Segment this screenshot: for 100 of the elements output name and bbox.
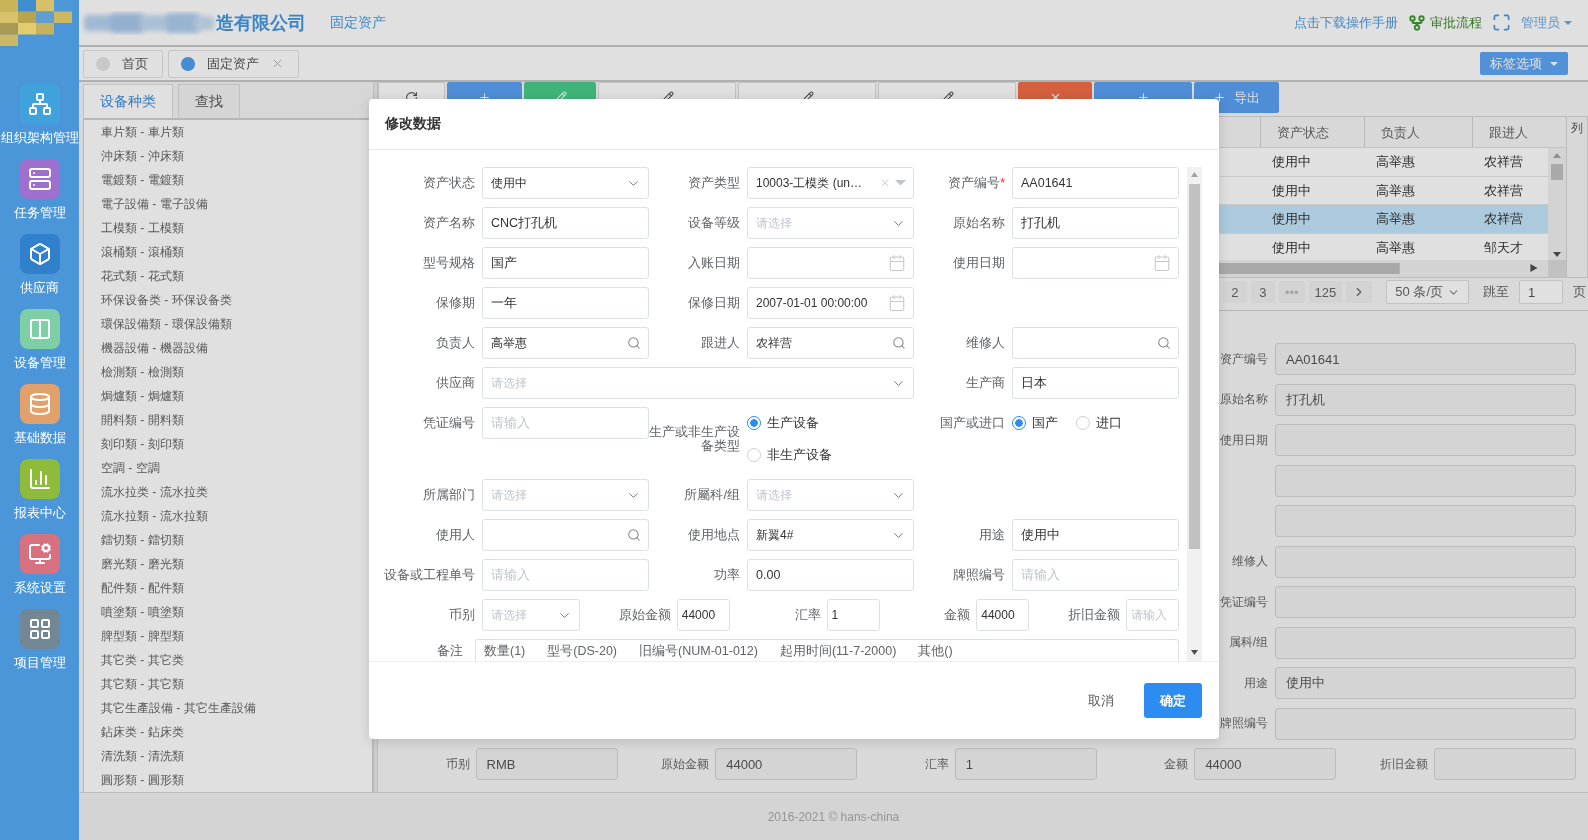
search-field[interactable]: 高举惠 [482,327,649,359]
search-icon[interactable] [627,336,641,350]
select-field[interactable]: 请选择 [482,599,580,631]
page-tab[interactable]: 首页 [83,49,163,78]
category-item[interactable]: 開料類 - 開料類 [84,408,372,432]
category-item[interactable]: 刻印類 - 刻印類 [84,432,372,456]
date-field[interactable] [1012,247,1179,279]
next-page-button[interactable] [1346,281,1373,303]
select-field[interactable]: 请选择 [747,479,914,511]
category-item[interactable]: 車片類 - 車片類 [84,120,372,144]
nav-label[interactable]: 项目管理 [13,655,66,672]
nav-label[interactable]: 报表中心 [13,505,66,522]
category-item[interactable]: 鉆床类 - 鉆床类 [84,720,372,744]
nav-tile[interactable] [19,84,60,124]
category-item[interactable]: 配件類 - 配件類 [84,576,372,600]
category-item[interactable]: 鐳切類 - 鐳切類 [84,528,372,552]
category-item[interactable]: 機器設備 - 機器設備 [84,336,372,360]
text-field[interactable]: 请输入 [1012,559,1179,591]
radio-option[interactable]: 生产设备 [747,407,819,439]
scrollbar[interactable] [1187,167,1202,661]
category-item[interactable]: 檢測類 - 檢測類 [84,360,372,384]
text-field[interactable]: 打孔机 [1012,207,1179,239]
category-item[interactable]: 圓形類 - 圓形類 [84,768,372,792]
radio-option[interactable]: 国产 [1012,407,1058,439]
text-field[interactable]: AA01641 [1012,167,1179,199]
page-button[interactable]: 125 [1308,281,1343,303]
text-field[interactable]: 44000 [676,599,730,631]
category-item[interactable]: 脾型類 - 脾型類 [84,624,372,648]
nav-tile[interactable] [19,609,60,649]
page-size-select[interactable]: 50 条/页 [1386,280,1469,304]
close-icon[interactable] [271,57,284,70]
category-item[interactable]: 流水拉類 - 流水拉類 [84,504,372,528]
nav-tile[interactable] [19,234,60,274]
page-input[interactable]: 1 [1519,280,1563,304]
column-header[interactable]: 负责人 [1364,117,1472,147]
nav-label[interactable]: 设备管理 [13,355,66,372]
tab-label[interactable]: 固定资产 [207,54,259,73]
nav-label[interactable]: 供应商 [20,280,59,297]
text-field[interactable]: 1 [826,599,880,631]
category-item[interactable]: 焗爐類 - 焗爐類 [84,384,372,408]
text-field[interactable]: 0.00 [747,559,914,591]
column-header[interactable]: 跟进人 [1472,117,1548,147]
nav-tile[interactable] [19,459,60,499]
category-item[interactable]: 沖床類 - 沖床類 [84,144,372,168]
panel-tab[interactable]: 设备种类 [83,84,173,118]
clear-icon[interactable] [879,177,891,189]
select-field[interactable]: 新翼4# [747,519,914,551]
nav-label[interactable]: 系统设置 [13,580,66,597]
category-item[interactable]: 环保设备类 - 环保设备类 [84,288,372,312]
category-item[interactable]: 滾桶類 - 滾桶類 [84,240,372,264]
text-field[interactable]: 请输入 [482,407,649,439]
select-field[interactable]: 请选择 [482,367,914,399]
page-tab[interactable]: 固定资产 [168,49,299,78]
nav-label[interactable]: 任务管理 [13,205,66,222]
select-field[interactable]: 10003-工模类 (un… [747,167,914,199]
search-icon[interactable] [627,528,641,542]
memo-field[interactable]: 数量(1) 型号(DS-20) 旧编号(NUM-01-012) 起用时间(11-7-2000) 其他() [475,639,1179,661]
nav-label[interactable]: 组织架构管理 [0,130,79,147]
search-field[interactable]: 农祥营 [747,327,914,359]
fullscreen-icon[interactable] [1492,13,1511,32]
nav-tile[interactable] [19,309,60,349]
date-field[interactable] [747,247,914,279]
nav-label[interactable]: 基础数据 [13,430,66,447]
text-field[interactable]: 使用中 [1012,519,1179,551]
scrollbar[interactable] [1548,148,1566,262]
category-item[interactable]: 其它生產設備 - 其它生產設備 [84,696,372,720]
confirm-button[interactable]: 确定 [1144,683,1202,718]
radio-option[interactable]: 进口 [1076,407,1122,439]
category-item[interactable]: 工模類 - 工模類 [84,216,372,240]
category-item[interactable]: 清洗類 - 清洗類 [84,744,372,768]
search-icon[interactable] [1157,336,1171,350]
search-field[interactable] [1012,327,1179,359]
category-item[interactable]: 磨光類 - 磨光類 [84,552,372,576]
manual-link[interactable]: 点击下载操作手册 [1294,13,1398,32]
text-field[interactable]: 一年 [482,287,649,319]
text-field[interactable]: CNC打孔机 [482,207,649,239]
cancel-button[interactable]: 取消 [1072,683,1130,718]
panel-tab[interactable]: 查找 [178,84,240,118]
category-item[interactable]: 電子設備 - 電子設備 [84,192,372,216]
category-item[interactable]: 環保設備類 - 環保設備類 [84,312,372,336]
text-field[interactable]: 国产 [482,247,649,279]
radio-option[interactable]: 非生产设备 [747,439,832,471]
select-field[interactable]: 使用中 [482,167,649,199]
approval-flow-link[interactable]: 审批流程 [1408,13,1482,32]
page-button[interactable]: 2 [1222,281,1247,303]
category-item[interactable]: 空調 - 空調 [84,456,372,480]
text-field[interactable]: 日本 [1012,367,1179,399]
column-settings-button[interactable]: 列 [1566,117,1587,277]
select-field[interactable]: 请选择 [747,207,914,239]
nav-tile[interactable] [19,159,60,199]
tab-label[interactable]: 首页 [122,54,148,73]
category-item[interactable]: 花式類 - 花式類 [84,264,372,288]
nav-tile[interactable] [19,534,60,574]
category-item[interactable]: 電鍍類 - 電鍍類 [84,168,372,192]
category-item[interactable]: 其它類 - 其它類 [84,672,372,696]
select-field[interactable]: 请选择 [482,479,649,511]
search-icon[interactable] [892,336,906,350]
nav-tile[interactable] [19,384,60,424]
page-button[interactable]: 3 [1250,281,1275,303]
text-field[interactable]: 请输入 [482,559,649,591]
